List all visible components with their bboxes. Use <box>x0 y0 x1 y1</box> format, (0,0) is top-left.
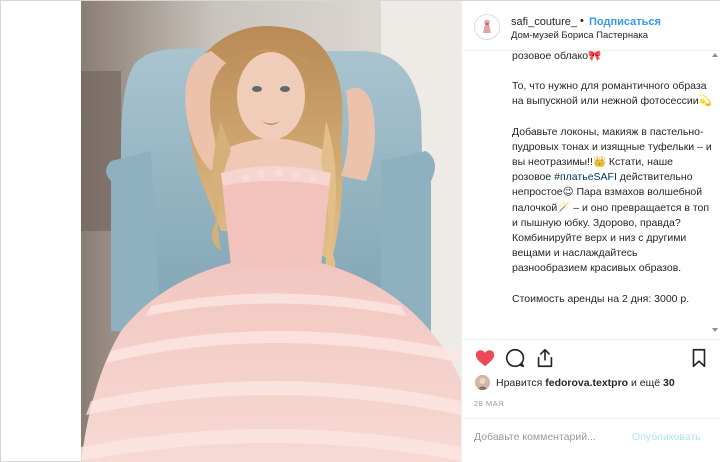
profile-avatar[interactable] <box>474 14 500 40</box>
liker-avatar[interactable] <box>475 375 490 390</box>
caption-scroll-content: розовое облако🎀 То, что нужно для романт… <box>512 51 712 322</box>
heart-icon[interactable] <box>474 347 496 369</box>
caption-text: действительно непростое😉 Пара взмахов во… <box>512 171 710 275</box>
user-avatar-icon <box>475 375 490 390</box>
publish-button[interactable]: Опубликовать <box>632 431 701 443</box>
bookmark-icon[interactable] <box>688 347 710 369</box>
hashtag-link[interactable]: #платьеSAFI <box>554 171 617 183</box>
caption-paragraph-3: Добавьте локоны, макияж в пастельно-пудр… <box>512 125 712 277</box>
post-header: safi_couture_ • Подписаться Дом-музей Бо… <box>462 1 720 51</box>
separator-dot: • <box>580 15 584 27</box>
post-photo[interactable] <box>81 1 461 462</box>
location-link[interactable]: Дом-музей Бориса Пастернака <box>511 30 648 41</box>
comment-icon[interactable] <box>504 347 526 369</box>
liker-username-link[interactable]: fedorova.textpro <box>545 377 628 389</box>
divider <box>462 339 720 340</box>
action-bar <box>474 347 714 371</box>
likes-text: Нравится fedorova.textpro и ещё 30 <box>496 377 675 389</box>
scroll-up-arrow-icon[interactable] <box>712 53 718 57</box>
brand-logo-icon <box>475 15 499 39</box>
comment-input[interactable] <box>474 429 624 445</box>
scroll-down-arrow-icon[interactable] <box>712 328 718 332</box>
caption-paragraph-4: Стоимость аренды на 2 дня: 3000 р. <box>512 292 690 305</box>
post-date[interactable]: 28 МАЯ <box>474 399 504 408</box>
username-link[interactable]: safi_couture_ <box>511 16 577 28</box>
photo-woman-pink-dress <box>81 1 461 462</box>
caption-line-top: розовое облако🎀 <box>512 51 602 62</box>
post-modal: safi_couture_ • Подписаться Дом-музей Бо… <box>0 0 720 462</box>
share-icon[interactable] <box>534 347 556 369</box>
follow-button[interactable]: Подписаться <box>589 16 661 28</box>
likes-count-link[interactable]: 30 <box>663 377 675 389</box>
likes-prefix: Нравится <box>496 377 546 389</box>
divider <box>462 418 720 419</box>
caption-paragraph-2: То, что нужно для романтичного образа на… <box>512 80 712 108</box>
likes-middle: и ещё <box>628 377 664 389</box>
post-caption[interactable]: розовое облако🎀 То, что нужно для романт… <box>512 51 712 337</box>
post-side-panel: safi_couture_ • Подписаться Дом-музей Бо… <box>461 1 720 462</box>
